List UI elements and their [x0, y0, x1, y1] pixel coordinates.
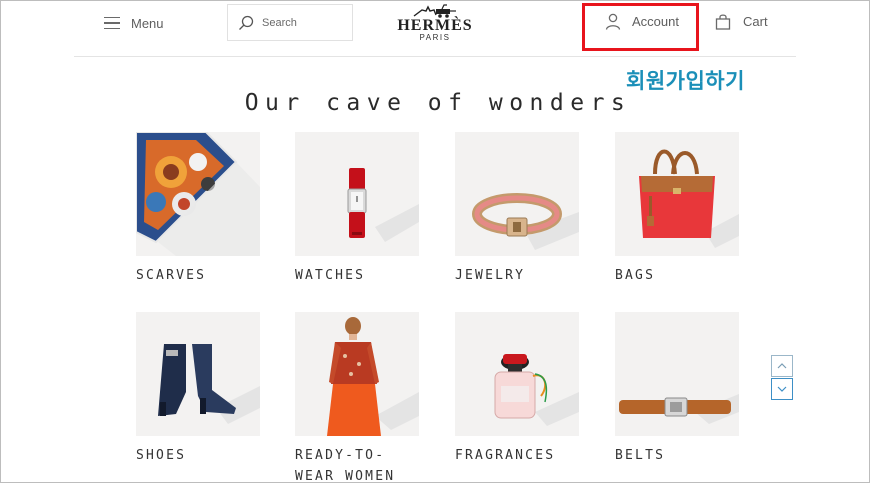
jewelry-tile[interactable]: [455, 132, 579, 256]
menu-button[interactable]: Menu: [104, 13, 164, 33]
account-button[interactable]: Account: [605, 13, 679, 30]
site-header: Menu HERMÈS PARIS Account: [74, 0, 796, 57]
boots-image: [158, 344, 260, 424]
category-label-belts[interactable]: BELTS: [615, 445, 665, 466]
hermes-logo[interactable]: HERMÈS PARIS: [394, 4, 476, 46]
search-input[interactable]: [262, 16, 342, 29]
account-label: Account: [632, 14, 679, 29]
cart-label: Cart: [743, 14, 768, 29]
cart-button[interactable]: Cart: [715, 13, 768, 30]
category-label-ready-to-wear-women[interactable]: READY-TO-WEAR WOMEN: [295, 445, 405, 483]
bags-tile[interactable]: [615, 132, 739, 256]
shoes-tile[interactable]: [136, 312, 260, 436]
page-heading: Our cave of wonders: [244, 90, 632, 116]
bracelet-image: [472, 193, 579, 250]
category-label-bags[interactable]: BAGS: [615, 265, 655, 286]
scarves-tile[interactable]: [136, 132, 260, 256]
category-label-fragrances[interactable]: FRAGRANCES: [455, 445, 555, 466]
logo-city: PARIS: [419, 33, 451, 42]
watch-image: [347, 168, 419, 242]
scarf-image: [136, 132, 260, 256]
category-label-jewelry[interactable]: JEWELRY: [455, 265, 525, 286]
chevron-up-icon: [777, 363, 787, 369]
hamburger-icon: [104, 16, 120, 30]
chevron-down-icon: [777, 386, 787, 392]
logo-brand: HERMÈS: [397, 17, 473, 34]
ready-to-wear-women-tile[interactable]: [295, 312, 419, 436]
category-label-scarves[interactable]: SCARVES: [136, 265, 206, 286]
shopping-bag-icon: [715, 14, 731, 30]
menu-label: Menu: [131, 15, 164, 31]
carriage-logo-icon: [413, 4, 456, 18]
belts-tile[interactable]: [615, 312, 739, 436]
category-label-watches[interactable]: WATCHES: [295, 265, 365, 286]
search-icon: [239, 15, 254, 30]
search-box[interactable]: [227, 4, 353, 41]
user-icon: [605, 13, 621, 30]
handbag-image: [639, 149, 739, 248]
belt-image: [619, 394, 739, 424]
watches-tile[interactable]: [295, 132, 419, 256]
perfume-image: [494, 354, 579, 426]
category-label-shoes[interactable]: SHOES: [136, 445, 186, 466]
scroll-down-button[interactable]: [771, 378, 793, 400]
fragrances-tile[interactable]: [455, 312, 579, 436]
woman-outfit-image: [327, 317, 419, 436]
scroll-up-button[interactable]: [771, 355, 793, 377]
